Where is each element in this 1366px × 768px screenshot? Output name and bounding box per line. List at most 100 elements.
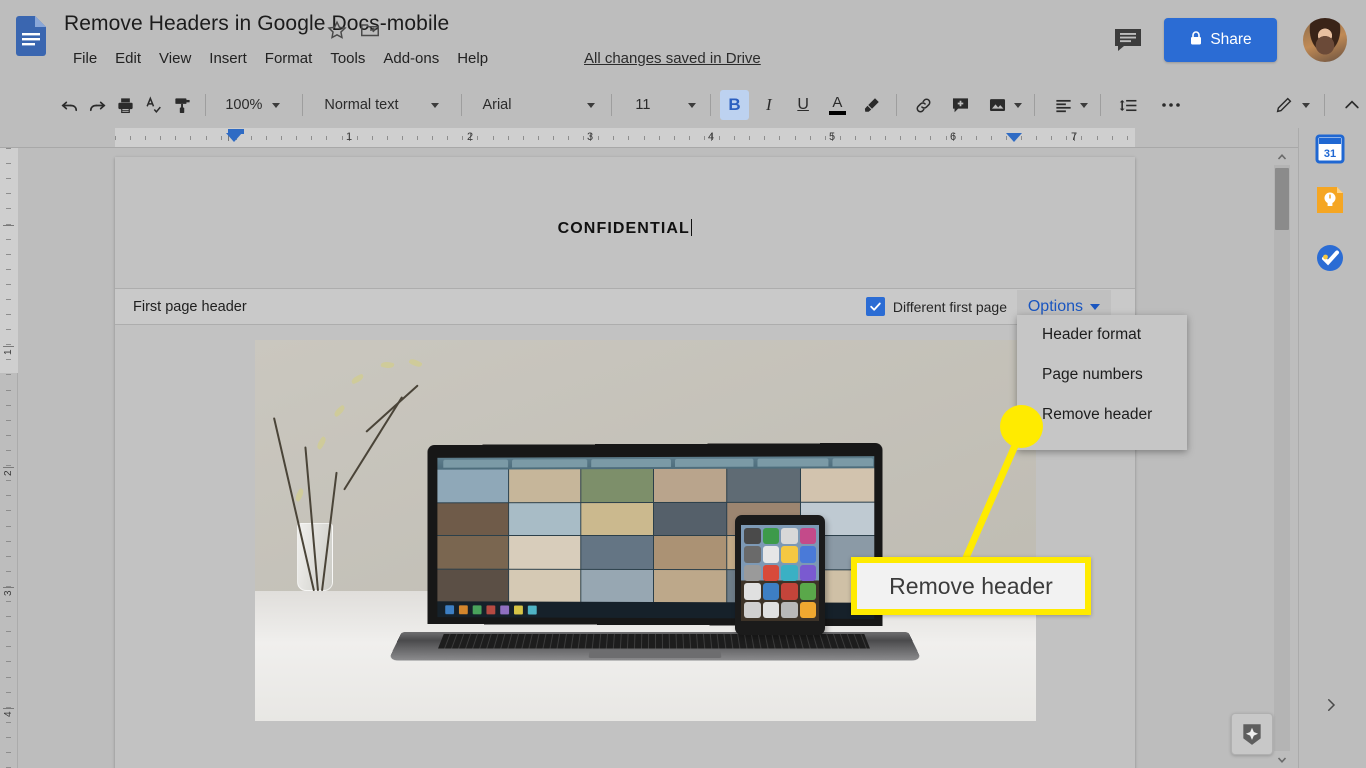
paragraph-style-selector[interactable]: Normal text: [320, 91, 439, 119]
vertical-ruler[interactable]: 1 2 3 4: [0, 148, 18, 768]
menu-item-edit[interactable]: Edit: [106, 48, 150, 69]
menu-item-help[interactable]: Help: [448, 48, 497, 69]
page-title[interactable]: Remove Headers in Google Docs-mobile: [64, 12, 449, 36]
first-line-indent-marker[interactable]: [226, 133, 242, 142]
hide-menus-chevron-up-icon[interactable]: [1338, 90, 1366, 120]
menu-item-format[interactable]: Format: [256, 48, 322, 69]
photo-browser-tab: [675, 458, 754, 467]
ruler-ticks: 1 2 3 4 5 6 7: [0, 128, 1366, 147]
ruler-tick: [190, 136, 191, 140]
ruler-tick: [930, 136, 931, 140]
move-to-folder-icon[interactable]: [359, 19, 381, 41]
menu-item-page-numbers[interactable]: Page numbers: [1017, 355, 1187, 395]
vruler-page-area: [0, 148, 18, 373]
ruler-tick: [372, 136, 373, 140]
vruler-tick-major: [3, 467, 14, 468]
scrollbar-thumb[interactable]: [1275, 168, 1289, 230]
print-icon[interactable]: [112, 90, 140, 120]
explore-button[interactable]: [1231, 713, 1273, 755]
underline-button[interactable]: U: [789, 90, 817, 120]
ruler-tick: [508, 136, 509, 140]
vruler-label: 1: [3, 349, 14, 355]
toolbar-divider: [1034, 94, 1036, 116]
share-button[interactable]: Share: [1164, 18, 1277, 62]
scroll-up-arrow[interactable]: [1274, 148, 1290, 165]
vruler-tick: [6, 374, 11, 375]
scroll-down-arrow[interactable]: [1274, 751, 1290, 768]
insert-link-icon[interactable]: [910, 90, 938, 120]
underline-label: U: [797, 96, 809, 113]
menu-item-add-ons[interactable]: Add-ons: [374, 48, 448, 69]
save-status[interactable]: All changes saved in Drive: [584, 50, 761, 67]
add-comment-icon[interactable]: [946, 90, 974, 120]
menu-item-file[interactable]: File: [64, 48, 106, 69]
menu-item-view[interactable]: View: [150, 48, 200, 69]
photo-taskbar-icon: [486, 605, 496, 615]
document-image[interactable]: [255, 340, 1036, 721]
star-icon[interactable]: [326, 19, 348, 41]
undo-icon[interactable]: [55, 90, 83, 120]
vruler-tick: [6, 420, 11, 421]
photo-thumbnail: [581, 468, 653, 502]
google-keep-icon[interactable]: [1315, 185, 1345, 215]
vruler-tick: [6, 692, 11, 693]
photo-taskbar-icon: [514, 605, 523, 615]
photo-tablet-app-icon: [762, 583, 779, 600]
vruler-tick: [6, 541, 11, 542]
photo-tablet-app-icon: [762, 528, 779, 545]
more-options-icon[interactable]: [1156, 90, 1184, 120]
chevron-down-icon: [1301, 102, 1310, 108]
photo-thumbnail: [509, 535, 581, 569]
comment-icon[interactable]: [1113, 26, 1143, 54]
document-canvas: CONFIDENTIAL First page header Different…: [18, 148, 1274, 768]
different-first-page-checkbox[interactable]: Different first page: [865, 297, 1007, 316]
lock-icon: [1189, 30, 1203, 51]
ruler-tick: [840, 136, 841, 140]
ruler-tick: [447, 136, 448, 140]
ruler-tick: [553, 136, 554, 140]
horizontal-ruler[interactable]: 1 2 3 4 5 6 7: [0, 128, 1366, 148]
annotation-callout-text: Remove header: [889, 572, 1053, 599]
google-tasks-icon[interactable]: [1315, 243, 1345, 273]
ruler-tick: [628, 136, 629, 140]
spellcheck-icon[interactable]: [140, 90, 168, 120]
highlight-pen-icon[interactable]: [858, 90, 886, 120]
photo-trackpad: [588, 649, 722, 658]
edit-mode-selector[interactable]: [1269, 91, 1310, 119]
vruler-tick: [6, 329, 11, 330]
vruler-label: 3: [3, 590, 14, 596]
font-selector[interactable]: Arial: [478, 91, 596, 119]
ruler-tick: [764, 136, 765, 140]
text-color-button[interactable]: A: [823, 90, 851, 120]
chevron-right-icon[interactable]: [1319, 693, 1343, 717]
insert-image-button[interactable]: [982, 90, 1023, 120]
document-page[interactable]: CONFIDENTIAL First page header Different…: [115, 157, 1135, 768]
vruler-tick: [6, 526, 11, 527]
right-indent-marker[interactable]: [1006, 133, 1022, 142]
menu-item-header-format[interactable]: Header format: [1017, 315, 1187, 355]
photo-tablet-app-icon: [781, 601, 798, 618]
menu-item-tools[interactable]: Tools: [321, 48, 374, 69]
document-header-text[interactable]: CONFIDENTIAL: [115, 219, 1135, 238]
vruler-tick: [6, 148, 11, 149]
different-first-page-label: Different first page: [892, 298, 1007, 315]
redo-icon[interactable]: [83, 90, 111, 120]
align-button[interactable]: [1048, 91, 1089, 119]
insert-image-icon: [982, 90, 1012, 120]
ruler-tick: [432, 136, 433, 140]
google-calendar-icon[interactable]: 31: [1315, 134, 1345, 164]
bold-button[interactable]: B: [720, 90, 749, 120]
vertical-scrollbar[interactable]: [1274, 148, 1290, 768]
paint-format-icon[interactable]: [168, 90, 196, 120]
ruler-tick: [915, 136, 916, 140]
zoom-selector[interactable]: 100%: [221, 91, 281, 119]
ruler-tick: [900, 136, 901, 140]
avatar[interactable]: [1303, 18, 1347, 62]
photo-taskbar-icon: [458, 605, 468, 615]
line-spacing-icon[interactable]: [1114, 90, 1142, 120]
google-docs-icon[interactable]: [16, 16, 46, 56]
italic-button[interactable]: I: [755, 90, 783, 120]
font-size-selector[interactable]: 11: [631, 91, 697, 119]
menu-item-insert[interactable]: Insert: [200, 48, 256, 69]
photo-thumbnail: [437, 569, 509, 602]
